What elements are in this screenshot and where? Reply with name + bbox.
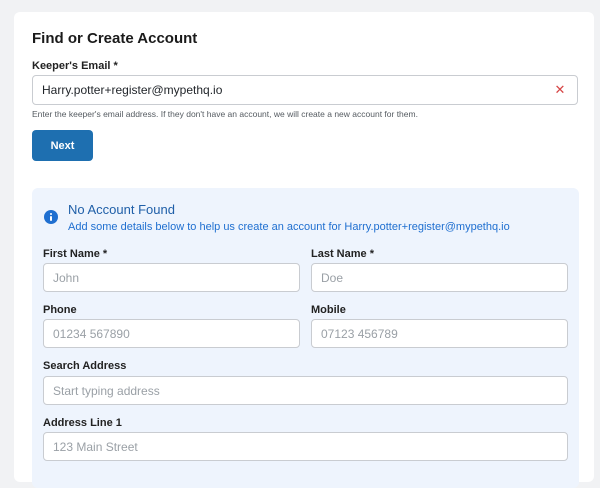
clear-icon[interactable]: ✕ xyxy=(553,83,567,97)
address-line1-input[interactable]: 123 Main Street xyxy=(43,432,568,461)
mobile-input[interactable]: 07123 456789 xyxy=(311,319,568,348)
no-account-title: No Account Found xyxy=(68,202,175,217)
mobile-label: Mobile xyxy=(311,304,346,316)
account-card: Find or Create Account Keeper's Email * … xyxy=(14,12,594,488)
last-name-input[interactable]: Doe xyxy=(311,263,568,292)
search-address-label: Search Address xyxy=(43,360,127,372)
address-line1-label: Address Line 1 xyxy=(43,417,122,429)
info-icon xyxy=(44,210,58,224)
new-account-panel: No Account Found Add some details below … xyxy=(32,188,579,488)
no-account-message: Add some details below to help us create… xyxy=(68,221,510,233)
phone-label: Phone xyxy=(43,304,77,316)
first-name-input[interactable]: John xyxy=(43,263,300,292)
page-title: Find or Create Account xyxy=(32,30,198,47)
search-address-input[interactable]: Start typing address xyxy=(43,376,568,405)
last-name-label: Last Name * xyxy=(311,248,374,260)
next-button[interactable]: Next xyxy=(32,130,93,161)
email-label: Keeper's Email * xyxy=(32,60,118,72)
first-name-label: First Name * xyxy=(43,248,108,260)
email-input[interactable]: Harry.potter+register@mypethq.io ✕ xyxy=(32,75,578,105)
email-value: Harry.potter+register@mypethq.io xyxy=(42,83,223,97)
phone-input[interactable]: 01234 567890 xyxy=(43,319,300,348)
email-help-text: Enter the keeper's email address. If the… xyxy=(32,109,418,119)
